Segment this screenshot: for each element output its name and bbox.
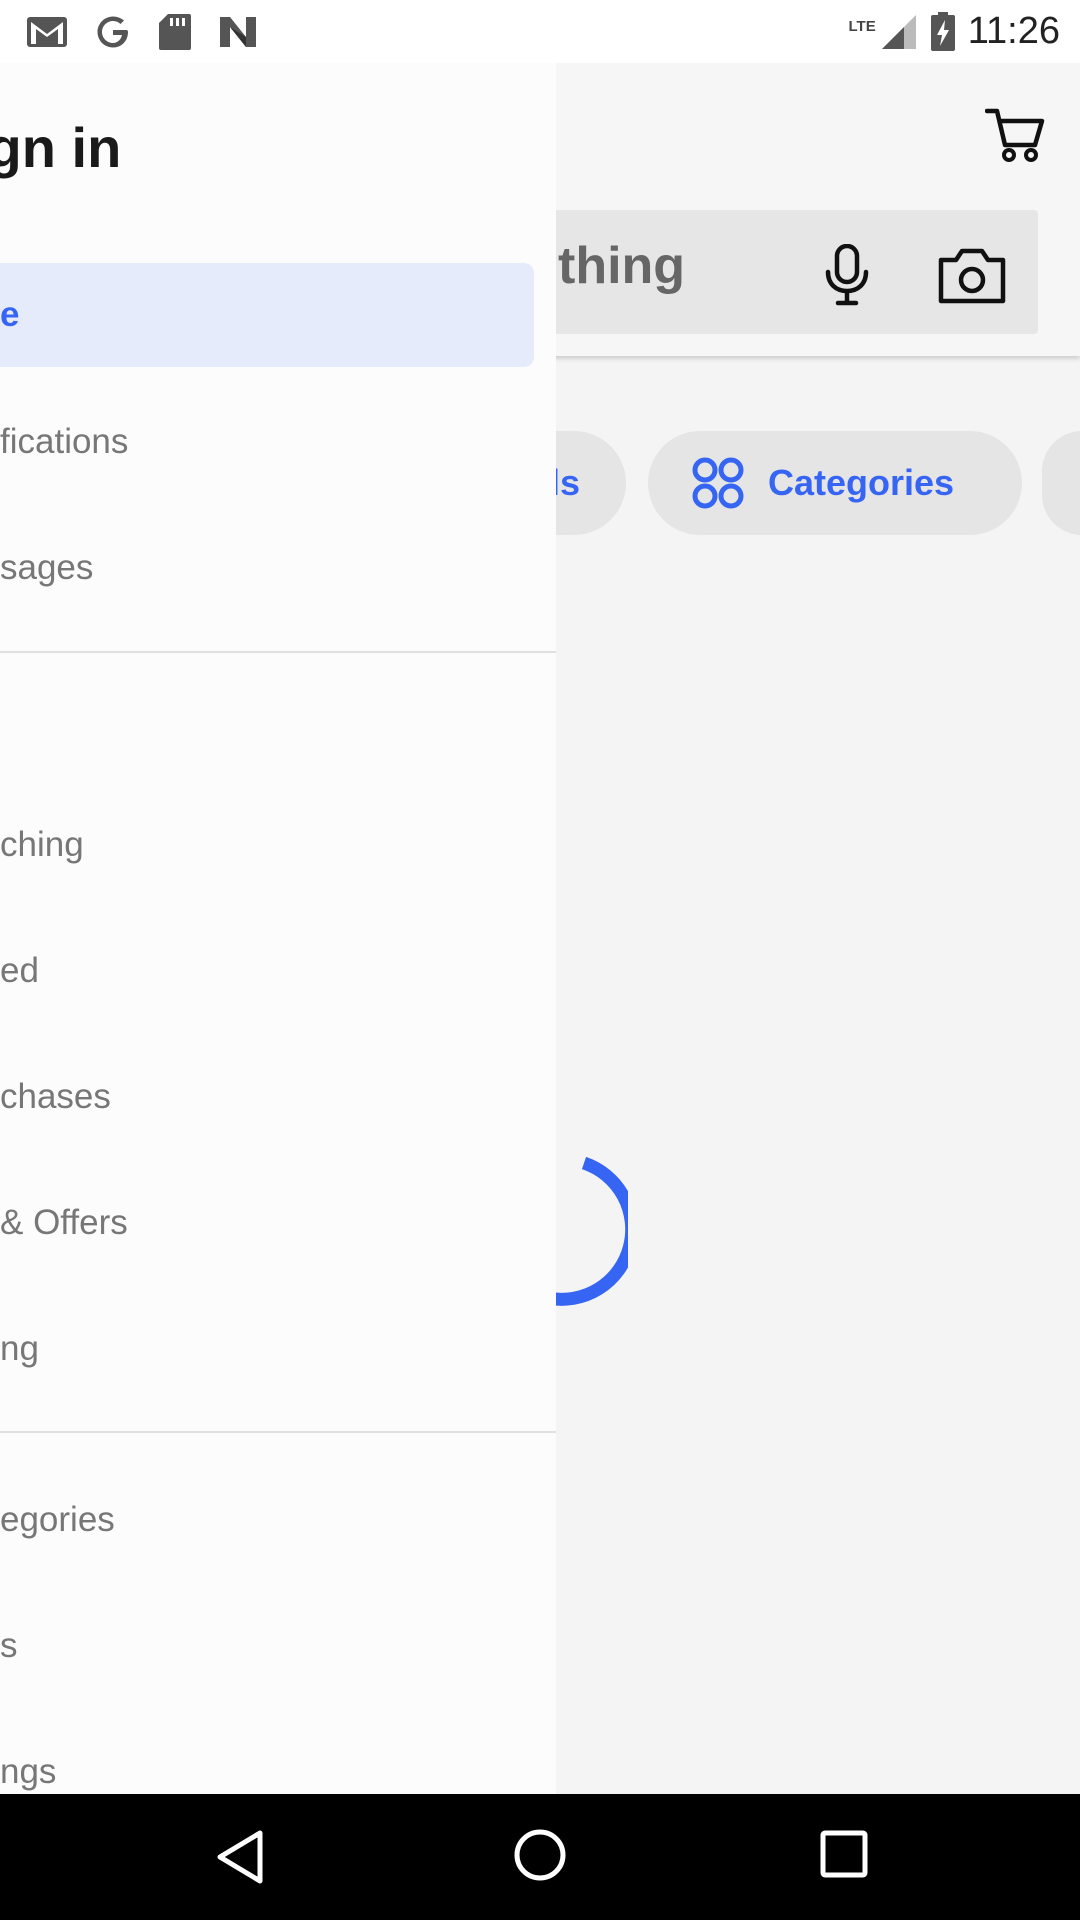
clock: 11:26 <box>967 10 1060 52</box>
drawer-item-label: & Offers <box>0 1203 128 1242</box>
back-icon[interactable] <box>210 1827 270 1887</box>
navigation-drawer: ign in e fications sages ching ed chases… <box>0 63 556 1794</box>
home-icon[interactable] <box>512 1827 568 1883</box>
drawer-item-label: e <box>0 295 20 334</box>
system-icons: LTE 11:26 <box>849 10 1061 53</box>
drawer-item-home[interactable]: e <box>0 263 534 367</box>
google-icon <box>97 16 128 47</box>
search-bar[interactable]: thing <box>520 210 1038 334</box>
drawer-item-watching[interactable]: ching <box>0 793 534 897</box>
sd-card-icon <box>159 13 191 50</box>
cart-icon[interactable] <box>985 105 1047 167</box>
n-app-icon <box>220 16 256 47</box>
drawer-divider <box>0 651 556 653</box>
microphone-icon[interactable] <box>820 244 874 306</box>
chip-categories[interactable]: Categories <box>648 431 1022 535</box>
recent-apps-icon[interactable] <box>820 1830 868 1878</box>
drawer-item-label: ed <box>0 951 39 990</box>
categories-icon <box>692 457 744 509</box>
gmail-icon <box>27 16 67 47</box>
drawer-item-categories[interactable]: egories <box>0 1468 534 1572</box>
sign-in-link[interactable]: ign in <box>0 115 121 180</box>
drawer-item-label: ching <box>0 825 84 864</box>
drawer-item-bids-offers[interactable]: & Offers <box>0 1171 534 1275</box>
notification-icons <box>26 13 258 51</box>
camera-icon[interactable] <box>938 248 1006 304</box>
status-bar: LTE 11:26 <box>0 0 1080 63</box>
drawer-item-settings[interactable]: ngs <box>0 1720 534 1794</box>
drawer-divider <box>0 1431 556 1433</box>
drawer-item-label: s <box>0 1626 18 1665</box>
battery-charging-icon <box>930 11 955 51</box>
drawer-item-purchases[interactable]: chases <box>0 1045 534 1149</box>
network-type: LTE <box>848 18 876 35</box>
chip-next[interactable] <box>1042 431 1080 535</box>
search-placeholder: thing <box>558 237 686 295</box>
drawer-item-selling[interactable]: ng <box>0 1297 534 1401</box>
drawer-item-label: ngs <box>0 1752 57 1791</box>
chip-categories-label: Categories <box>768 462 955 503</box>
drawer-item-notifications[interactable]: fications <box>0 390 534 494</box>
drawer-item-label: sages <box>0 548 94 587</box>
signal-icon <box>881 14 916 49</box>
drawer-item-deals[interactable]: s <box>0 1594 534 1698</box>
system-nav-bar <box>0 1794 1080 1920</box>
drawer-item-label: ng <box>0 1329 39 1368</box>
drawer-item-messages[interactable]: sages <box>0 516 534 620</box>
drawer-item-label: egories <box>0 1500 115 1539</box>
drawer-item-label: fications <box>0 422 129 461</box>
drawer-item-saved[interactable]: ed <box>0 919 534 1023</box>
drawer-item-label: chases <box>0 1077 111 1116</box>
